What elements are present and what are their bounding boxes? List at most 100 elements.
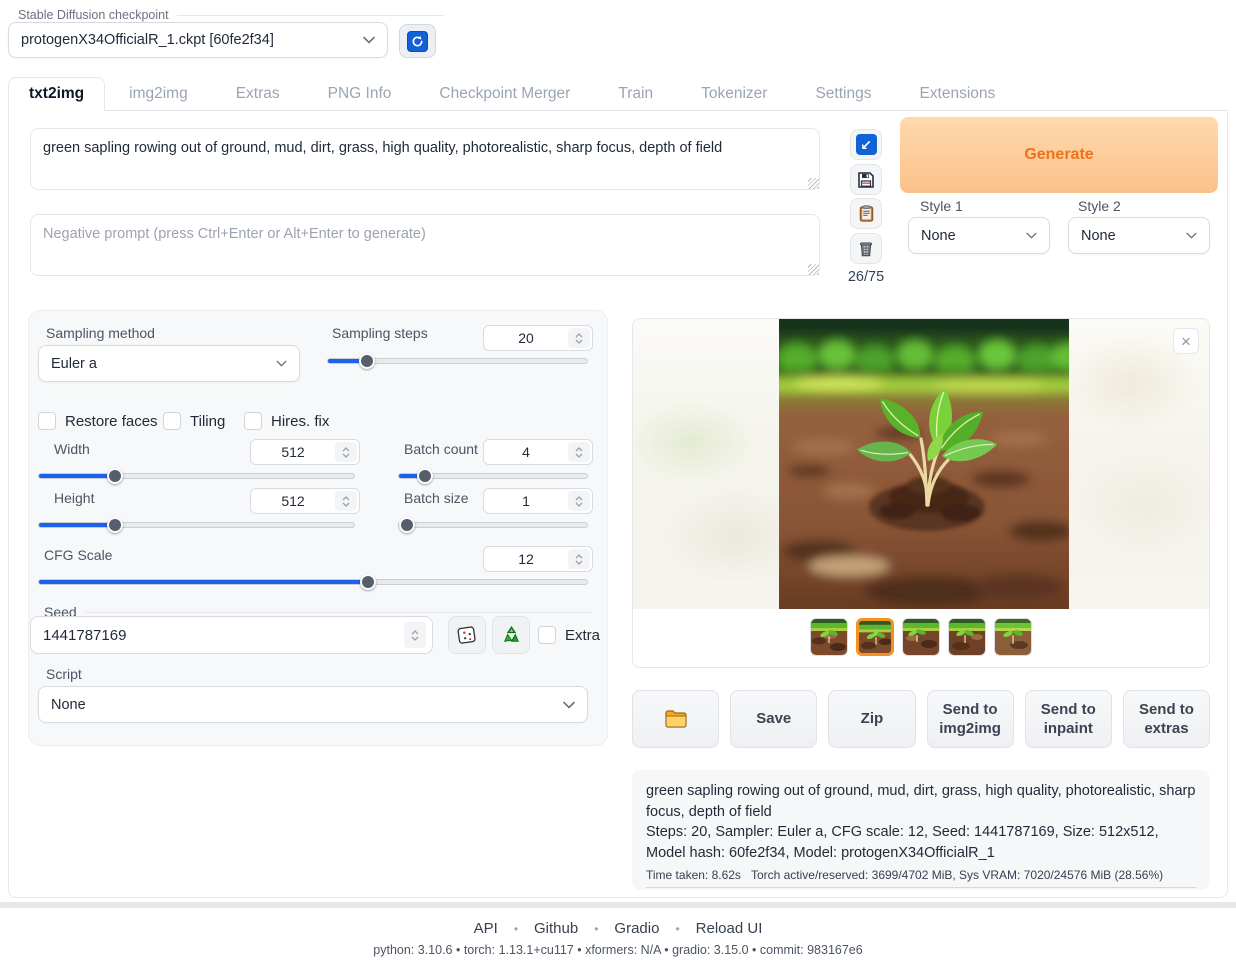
gallery-blur-left <box>633 319 779 609</box>
thumbnail-2-selected[interactable] <box>856 618 894 656</box>
tiling-checkbox-item[interactable]: Tiling <box>163 412 225 430</box>
seed-value[interactable] <box>43 627 404 644</box>
gallery-thumbnails <box>633 618 1209 656</box>
sampling-steps-input[interactable] <box>483 325 593 351</box>
bottom-divider <box>0 902 1236 908</box>
checkbox[interactable] <box>538 626 556 644</box>
close-gallery-button[interactable]: × <box>1173 328 1199 354</box>
stepper-icon[interactable] <box>335 442 357 462</box>
cfg-scale-slider[interactable] <box>38 579 588 585</box>
extra-label: Extra <box>565 627 600 644</box>
zip-button[interactable]: Zip <box>828 690 915 748</box>
script-label: Script <box>46 666 82 682</box>
slider-thumb[interactable] <box>107 517 123 533</box>
tab-checkpoint-merger[interactable]: Checkpoint Merger <box>415 78 594 110</box>
slider-thumb[interactable] <box>399 517 415 533</box>
slider-thumb[interactable] <box>360 574 376 590</box>
tab-settings[interactable]: Settings <box>791 78 895 110</box>
sampling-method-dropdown[interactable]: Euler a <box>38 345 300 382</box>
generated-image[interactable] <box>779 319 1069 609</box>
generate-button[interactable]: Generate <box>900 117 1218 193</box>
batch-count-input[interactable] <box>483 439 593 465</box>
floppy-disk-icon <box>856 170 876 190</box>
stepper-icon[interactable] <box>568 491 590 511</box>
tab-png-info[interactable]: PNG Info <box>304 78 416 110</box>
thumbnail-3[interactable] <box>902 618 940 656</box>
style2-value: None <box>1081 228 1186 244</box>
style1-label: Style 1 <box>920 198 963 214</box>
style1-dropdown[interactable]: None <box>908 217 1050 254</box>
paste-generation-params-button[interactable]: ↙ <box>850 129 882 160</box>
hires-fix-checkbox-item[interactable]: Hires. fix <box>244 412 329 430</box>
tab-extensions[interactable]: Extensions <box>895 78 1019 110</box>
slider-thumb[interactable] <box>417 468 433 484</box>
height-input[interactable] <box>250 488 360 514</box>
style2-dropdown[interactable]: None <box>1068 217 1210 254</box>
stepper-icon[interactable] <box>568 549 590 569</box>
cfg-scale-input[interactable] <box>483 546 593 572</box>
open-folder-button[interactable] <box>632 690 719 748</box>
sampling-method-label: Sampling method <box>46 325 155 341</box>
stepper-icon[interactable] <box>335 491 357 511</box>
send-to-img2img-button[interactable]: Send to img2img <box>927 690 1014 748</box>
footer-version-info: python: 3.10.6 • torch: 1.13.1+cu117 • x… <box>0 943 1236 957</box>
batch-size-value[interactable] <box>484 493 568 509</box>
thumbnail-4[interactable] <box>948 618 986 656</box>
checkbox[interactable] <box>38 412 56 430</box>
checkpoint-label: Stable Diffusion checkpoint <box>18 8 169 22</box>
sampling-steps-slider[interactable] <box>327 358 588 364</box>
tab-txt2img[interactable]: txt2img <box>8 77 105 111</box>
restore-faces-checkbox-item[interactable]: Restore faces <box>38 412 158 430</box>
tab-extras[interactable]: Extras <box>212 78 304 110</box>
batch-count-value[interactable] <box>484 444 568 460</box>
seed-input[interactable] <box>30 616 433 654</box>
stepper-icon[interactable] <box>568 328 590 348</box>
checkpoint-dropdown[interactable]: protogenX34OfficialR_1.ckpt [60fe2f34] <box>8 22 388 58</box>
prompt-input[interactable]: green sapling rowing out of ground, mud,… <box>30 128 820 190</box>
clear-prompt-button[interactable] <box>850 233 882 264</box>
refresh-checkpoints-button[interactable] <box>399 24 436 58</box>
height-value[interactable] <box>251 493 335 509</box>
send-to-extras-button[interactable]: Send to extras <box>1123 690 1210 748</box>
stepper-icon[interactable] <box>404 622 426 648</box>
width-slider[interactable] <box>38 473 355 479</box>
tab-img2img[interactable]: img2img <box>105 78 212 110</box>
footer-link-github[interactable]: Github <box>534 920 578 937</box>
save-style-button[interactable] <box>850 164 882 195</box>
cfg-scale-value[interactable] <box>484 551 568 567</box>
thumbnail-5[interactable] <box>994 618 1032 656</box>
height-slider[interactable] <box>38 522 355 528</box>
script-value: None <box>51 697 563 713</box>
batch-size-input[interactable] <box>483 488 593 514</box>
send-to-inpaint-button[interactable]: Send to inpaint <box>1025 690 1112 748</box>
chevron-down-icon <box>1186 232 1197 239</box>
slider-thumb[interactable] <box>107 468 123 484</box>
thumbnail-1[interactable] <box>810 618 848 656</box>
negative-prompt-input[interactable] <box>30 214 820 276</box>
width-input[interactable] <box>250 439 360 465</box>
tab-train[interactable]: Train <box>594 78 677 110</box>
apply-style-button[interactable] <box>850 198 882 229</box>
footer-link-api[interactable]: API <box>474 920 498 937</box>
footer-links: API • Github • Gradio • Reload UI <box>0 920 1236 937</box>
checkbox[interactable] <box>163 412 181 430</box>
footer-link-gradio[interactable]: Gradio <box>614 920 659 937</box>
trash-icon <box>857 239 875 258</box>
extra-seed-checkbox-item[interactable]: Extra <box>538 626 600 644</box>
sampling-steps-value[interactable] <box>484 330 568 346</box>
stepper-icon[interactable] <box>568 442 590 462</box>
random-seed-button[interactable] <box>448 616 486 654</box>
slider-thumb[interactable] <box>359 353 375 369</box>
batch-count-slider[interactable] <box>398 473 588 479</box>
save-button[interactable]: Save <box>730 690 817 748</box>
label-rule <box>85 612 592 613</box>
batch-size-slider[interactable] <box>398 522 588 528</box>
script-dropdown[interactable]: None <box>38 686 588 723</box>
footer-link-reload-ui[interactable]: Reload UI <box>696 920 763 937</box>
checkbox[interactable] <box>244 412 262 430</box>
reuse-seed-button[interactable] <box>492 616 530 654</box>
width-value[interactable] <box>251 444 335 460</box>
tab-tokenizer[interactable]: Tokenizer <box>677 78 791 110</box>
chevron-down-icon <box>563 701 575 709</box>
sampling-method-value: Euler a <box>51 356 276 372</box>
